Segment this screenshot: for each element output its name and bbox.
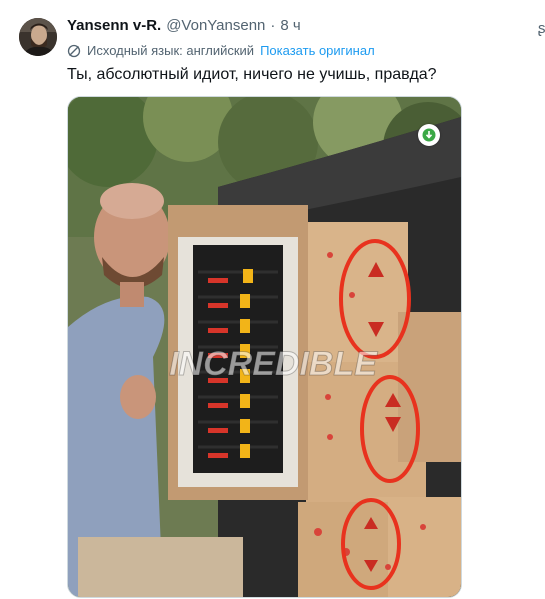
download-arrow-icon[interactable]	[418, 124, 440, 146]
tweet-photo[interactable]: INCREDIBLE	[67, 96, 462, 598]
translate-icon	[67, 44, 81, 58]
author-handle[interactable]: @VonYansenn	[166, 17, 265, 34]
more-options-icon[interactable]: ʂ	[538, 20, 545, 37]
author-avatar[interactable]	[19, 18, 57, 56]
meta-separator: ·	[270, 17, 276, 34]
photo-watermark: INCREDIBLE	[169, 345, 378, 383]
author-name[interactable]: Yansenn v-R.	[67, 17, 161, 34]
show-original-link[interactable]: Показать оригинал	[260, 43, 375, 58]
tweet-header: Yansenn v-R. @VonYansenn · 8 ч	[67, 17, 301, 34]
tweet-text: Ты, абсолютный идиот, ничего не учишь, п…	[67, 66, 437, 83]
translation-source-label: Исходный язык: английский	[87, 43, 255, 58]
translation-notice: Исходный язык: английский Показать ориги…	[67, 43, 375, 58]
tweet-time[interactable]: 8 ч	[280, 17, 300, 34]
